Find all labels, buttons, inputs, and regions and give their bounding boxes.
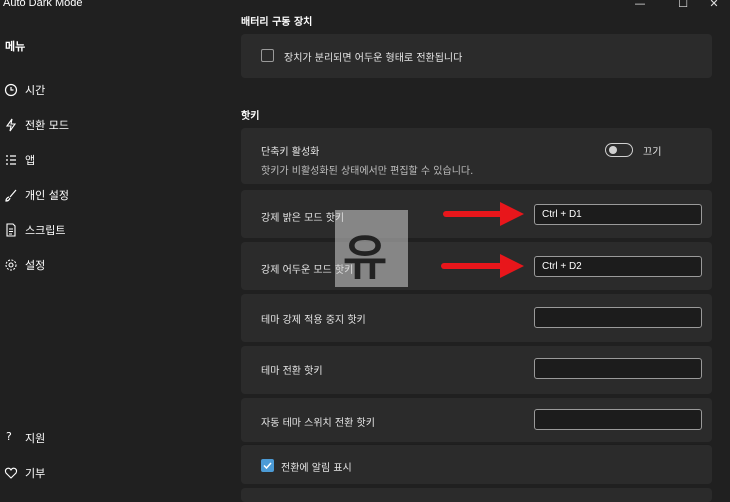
watermark-text: 유: [343, 230, 388, 286]
app-title: Auto Dark Mode: [3, 0, 83, 9]
sidebar: 메뉴 시간 전환 모드 앱 개인 설정 스크립트 설정 ? 지원 기부: [0, 14, 230, 502]
sidebar-item-scripts[interactable]: 스크립트: [0, 218, 220, 242]
sidebar-item-support[interactable]: ? 지원: [0, 426, 220, 450]
brush-icon: [4, 187, 18, 202]
sidebar-item-label: 전환 모드: [25, 119, 69, 132]
sidebar-item-about[interactable]: 정보: [0, 496, 220, 502]
battery-section-title: 배터리 구동 장치: [241, 17, 313, 28]
hotkey-row-toggle-theme: 테마 전환 핫키: [241, 346, 712, 394]
watermark-logo: 유: [335, 210, 408, 287]
list-icon: [4, 152, 18, 166]
red-arrow-dark: [441, 254, 524, 278]
question-icon: ?: [6, 430, 12, 443]
hotkey-input-stop-forcing[interactable]: [534, 307, 702, 328]
sidebar-item-time[interactable]: 시간: [0, 78, 220, 102]
sidebar-item-donate[interactable]: 기부: [0, 461, 220, 485]
hotkey-enable-card: 단축키 활성화 핫키가 비활성화된 상태에서만 편집할 수 있습니다. 끄기: [241, 128, 712, 184]
hotkey-row-label: 자동 테마 스위치 전환 핫키: [261, 418, 375, 429]
hotkey-enable-toggle-text: 끄기: [643, 147, 662, 158]
sidebar-item-label: 기부: [25, 467, 46, 480]
notify-checkbox[interactable]: [261, 459, 274, 472]
gear-icon: [4, 257, 18, 271]
hotkey-row-label: 테마 전환 핫키: [261, 366, 323, 377]
hotkey-input-toggle-theme[interactable]: [534, 358, 702, 379]
content-area: 배터리 구동 장치 장치가 분리되면 어두운 형태로 전환됩니다 핫키 단축키 …: [230, 0, 730, 502]
red-arrow-light: [443, 202, 524, 226]
sidebar-item-label: 지원: [25, 432, 46, 445]
hotkey-input-force-light[interactable]: Ctrl + D1: [534, 204, 702, 225]
menu-label: 메뉴: [5, 40, 26, 53]
sidebar-item-label: 시간: [25, 84, 46, 97]
heart-icon: [4, 465, 18, 479]
sidebar-item-switch-mode[interactable]: 전환 모드: [0, 113, 220, 137]
sidebar-item-personalization[interactable]: 개인 설정: [0, 183, 220, 207]
hotkey-enable-label: 단축키 활성화: [261, 147, 320, 158]
hotkey-input-force-dark[interactable]: Ctrl + D2: [534, 256, 702, 277]
sidebar-item-apps[interactable]: 앱: [0, 148, 220, 172]
hotkeys-section-title: 핫키: [241, 111, 260, 122]
next-card: [241, 488, 712, 502]
lightning-icon: [4, 117, 18, 132]
hotkey-row-stop-forcing: 테마 강제 적용 중지 핫키: [241, 294, 712, 342]
sidebar-item-label: 스크립트: [25, 224, 66, 237]
sidebar-item-label: 설정: [25, 259, 46, 272]
hotkey-row-label: 강제 밝은 모드 핫키: [261, 213, 345, 224]
battery-card: 장치가 분리되면 어두운 형태로 전환됩니다: [241, 34, 712, 78]
hotkey-row-label: 테마 강제 적용 중지 핫키: [261, 315, 366, 326]
toggle-knob: [609, 146, 617, 154]
sidebar-item-label: 앱: [25, 154, 36, 167]
hotkey-row-auto-switch: 자동 테마 스위치 전환 핫키: [241, 398, 712, 442]
notify-checkbox-label: 전환에 알림 표시: [281, 463, 352, 474]
hotkey-enable-toggle[interactable]: [605, 143, 633, 157]
battery-checkbox[interactable]: [261, 49, 274, 62]
sidebar-item-settings[interactable]: 설정: [0, 253, 220, 277]
document-icon: [4, 222, 18, 237]
hotkey-enable-description: 핫키가 비활성화된 상태에서만 편집할 수 있습니다.: [261, 166, 474, 177]
clock-icon: [4, 82, 18, 97]
sidebar-item-label: 개인 설정: [25, 189, 69, 202]
battery-checkbox-label: 장치가 분리되면 어두운 형태로 전환됩니다: [284, 53, 463, 64]
notify-card: 전환에 알림 표시: [241, 444, 712, 484]
hotkey-input-auto-switch[interactable]: [534, 409, 702, 430]
